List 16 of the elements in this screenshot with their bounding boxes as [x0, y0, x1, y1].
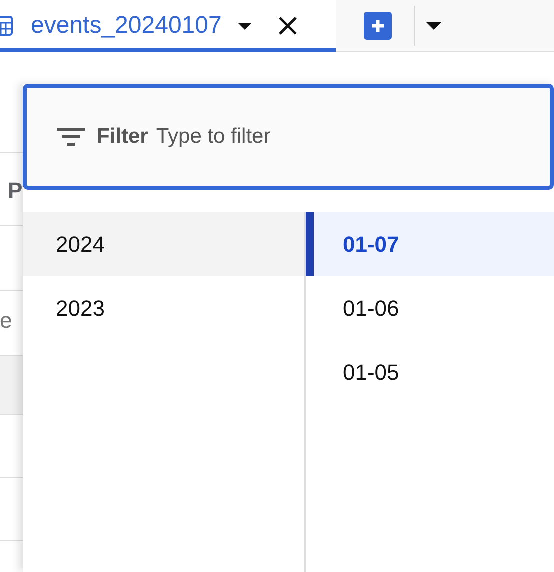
year-item[interactable]: 2024	[23, 212, 304, 276]
column-header: P	[8, 177, 23, 205]
add-button[interactable]	[364, 12, 392, 40]
filter-input[interactable]: Type to filter	[156, 121, 456, 153]
table-cell-text: e	[0, 307, 12, 335]
tab[interactable]: events_20240107	[0, 0, 336, 52]
filter-label: Filter	[97, 124, 148, 150]
table-icon	[0, 15, 14, 37]
caret-icon	[426, 22, 442, 30]
tab-label: events_20240107	[31, 11, 222, 41]
date-item[interactable]: 01-07	[306, 212, 554, 276]
filter-icon	[57, 128, 85, 146]
caret-icon[interactable]	[238, 22, 252, 30]
table-row	[0, 355, 23, 415]
plus-icon	[370, 18, 386, 34]
close-icon[interactable]	[278, 16, 298, 36]
